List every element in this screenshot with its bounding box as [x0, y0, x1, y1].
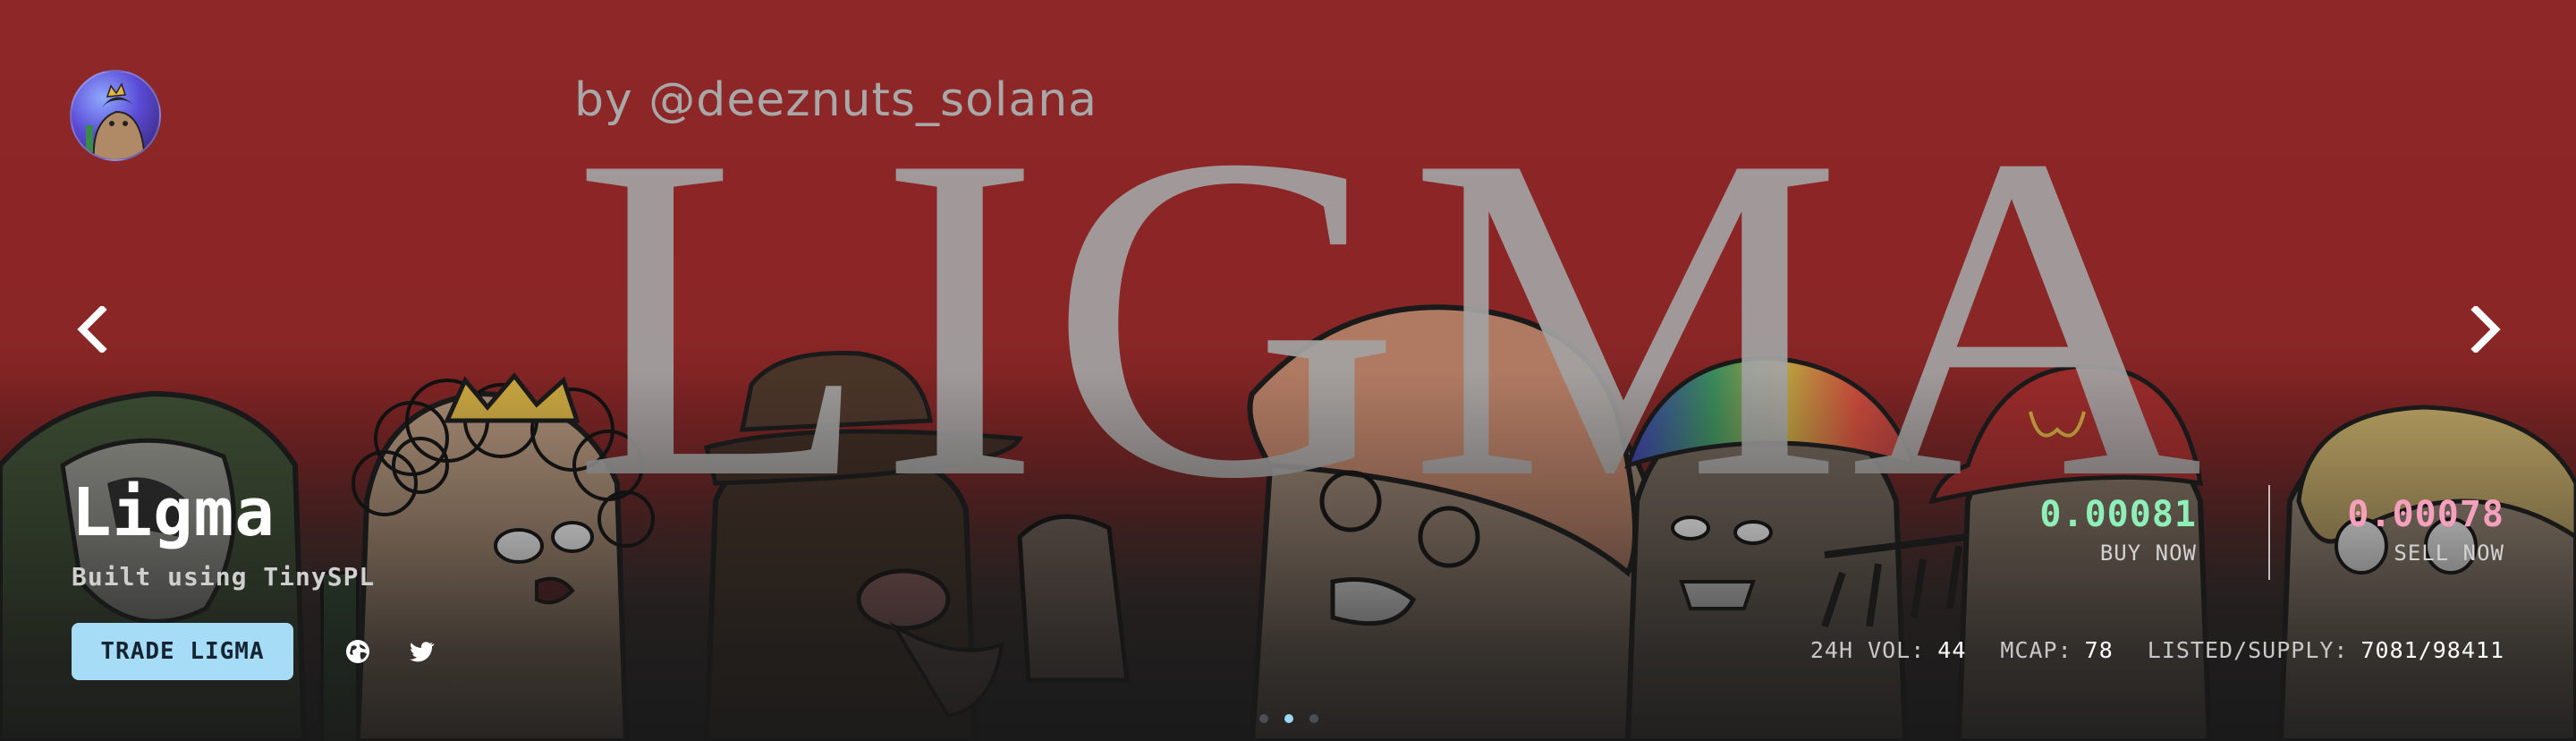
previous-slide-button[interactable] — [66, 302, 120, 356]
stat-value: 78 — [2084, 637, 2114, 663]
banner-title-artwork: LIGMA — [572, 60, 2211, 575]
collection-avatar[interactable] — [70, 70, 161, 161]
sell-now-label: SELL NOW — [2394, 541, 2504, 566]
sell-price-block[interactable]: 0.00078 SELL NOW — [2347, 494, 2504, 566]
stat-label: LISTED/SUPPLY: — [2147, 637, 2349, 663]
carousel-dot[interactable] — [1309, 714, 1318, 723]
twitter-icon — [410, 642, 435, 662]
carousel-dot[interactable] — [1259, 714, 1268, 723]
website-link[interactable] — [343, 637, 372, 666]
buy-now-label: BUY NOW — [2099, 541, 2197, 566]
stat-market-cap: MCAP: 78 — [2000, 637, 2113, 663]
trade-button[interactable]: TRADE LIGMA — [72, 623, 293, 680]
buy-price-block[interactable]: 0.00081 BUY NOW — [2039, 494, 2197, 566]
collection-stats: 24H VOL: 44 MCAP: 78 LISTED/SUPPLY: 7081/98… — [1810, 637, 2504, 663]
carousel-dots — [1259, 714, 1318, 723]
buy-price: 0.00081 — [2039, 494, 2197, 535]
built-using-text: Built using TinySPL — [72, 562, 376, 592]
carousel-dot-active[interactable] — [1284, 714, 1293, 723]
sell-price: 0.00078 — [2347, 494, 2504, 535]
hero-banner: by @deeznuts_solana LIGMA Ligma Built us… — [0, 0, 2576, 741]
chevron-left-icon — [77, 306, 107, 353]
stat-value: 7081/98411 — [2360, 637, 2504, 663]
stat-label: MCAP: — [2000, 637, 2072, 663]
stat-24h-volume: 24H VOL: 44 — [1810, 637, 1967, 663]
globe-icon — [346, 640, 369, 663]
stat-label: 24H VOL: — [1809, 637, 1926, 663]
next-slide-button[interactable] — [2458, 302, 2512, 356]
collection-name: Ligma — [72, 474, 275, 551]
stat-value: 44 — [1937, 637, 1967, 663]
chevron-right-icon — [2470, 306, 2501, 353]
twitter-link[interactable] — [407, 637, 436, 666]
stat-listed-supply: LISTED/SUPPLY: 7081/98411 — [2148, 637, 2504, 663]
price-divider — [2268, 485, 2270, 580]
